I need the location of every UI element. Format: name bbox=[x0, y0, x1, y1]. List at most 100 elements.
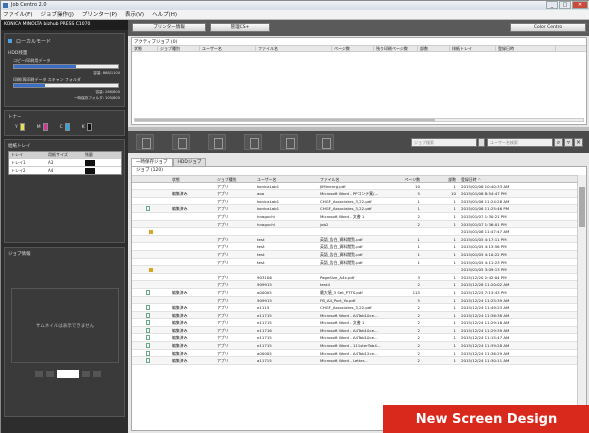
table-row[interactable]: アプリ hnaguchi Microsoft Word - 文書 1 2 1 2015/0… bbox=[132, 213, 578, 221]
row-select-cell[interactable] bbox=[132, 243, 144, 250]
row-select-cell[interactable] bbox=[132, 319, 144, 326]
clear-icon[interactable]: × bbox=[574, 138, 583, 147]
table-row[interactable]: アプリ konicaLab1 CHGF_Associates_3,22.pdf 1 1 2… bbox=[132, 198, 578, 206]
row-select-cell[interactable] bbox=[132, 304, 144, 311]
table-row[interactable]: 編集済み アプリ e11715 Microsoft Word - A4Tab10ce.… bbox=[132, 311, 578, 320]
column-header[interactable]: ユーザー名 bbox=[255, 176, 318, 182]
row-select-cell[interactable] bbox=[132, 190, 144, 197]
col-copies[interactable]: 部数 bbox=[418, 46, 450, 51]
table-row[interactable]: アプリ 909915 FB_A4_Port_Yo.pdf 5 1 2015/12/24 1… bbox=[132, 296, 578, 305]
menu-help[interactable]: ヘルプ(H) bbox=[152, 10, 177, 19]
row-select-cell[interactable] bbox=[132, 236, 144, 243]
table-row[interactable]: 2015/01/08 11:47:47 AM bbox=[132, 228, 578, 236]
row-select-cell[interactable] bbox=[132, 251, 144, 258]
row-select-cell[interactable] bbox=[132, 259, 144, 266]
row-select-cell[interactable] bbox=[132, 266, 144, 273]
row-select-cell[interactable] bbox=[132, 312, 144, 319]
table-row[interactable]: アプリ test 英語_告白_資料閲覧.pdf 1 1 2015/01/05 4:13:5… bbox=[132, 243, 578, 251]
row-select-cell[interactable] bbox=[132, 228, 144, 235]
tab-hdd-jobs[interactable]: HDDジョブ bbox=[172, 158, 207, 166]
admin-button[interactable]: 管理CS+ bbox=[210, 23, 270, 32]
col-status[interactable]: 状態 bbox=[132, 46, 158, 51]
row-select-cell[interactable] bbox=[132, 183, 144, 190]
col-remaining[interactable]: 残り印刷ページ数 bbox=[374, 46, 418, 51]
table-row[interactable]: 編集済み アプリ e11715 Microsoft Word - 文書 1 2 1 2015… bbox=[132, 319, 578, 327]
printer-info-button[interactable]: プリンター情報 bbox=[132, 23, 206, 32]
row-select-cell[interactable] bbox=[132, 297, 144, 304]
row-select-cell[interactable] bbox=[132, 289, 144, 296]
row-select-cell[interactable] bbox=[132, 274, 144, 281]
table-row[interactable]: 2015/01/05 3:09:13 PM bbox=[132, 266, 578, 274]
close-button[interactable]: ✕ bbox=[572, 1, 588, 9]
row-select-cell[interactable] bbox=[132, 176, 144, 182]
edit-icon[interactable] bbox=[208, 134, 226, 150]
column-header[interactable] bbox=[144, 176, 170, 182]
last-page-button[interactable] bbox=[93, 371, 101, 377]
table-row[interactable]: アプリ test 英語_告白_資料閲覧.pdf 1 1 2015/01/05 4:11:2… bbox=[132, 259, 578, 267]
menu-file[interactable]: ファイル(F) bbox=[3, 10, 32, 19]
table-row[interactable]: 編集済み アプリ e11715 Microsoft Word - 111sterTab… bbox=[132, 342, 578, 350]
tray-row[interactable]: トレイ2 A4 bbox=[9, 166, 121, 174]
prev-page-button[interactable] bbox=[46, 371, 54, 377]
table-row[interactable]: アプリ test 英語_告白_資料閲覧.pdf 1 1 2015/01/05 4:17:1… bbox=[132, 235, 578, 244]
row-select-cell[interactable] bbox=[132, 357, 144, 364]
table-row[interactable]: アプリ 909915 test4 2 1 2015/12/28 11:20:02 AM bbox=[132, 281, 578, 289]
color-centro-button[interactable]: Color Centro bbox=[510, 23, 586, 32]
horizontal-scrollbar[interactable] bbox=[134, 118, 584, 122]
row-select-cell[interactable] bbox=[132, 198, 144, 205]
next-page-button[interactable] bbox=[82, 371, 90, 377]
column-header[interactable]: 状態 bbox=[170, 176, 215, 182]
search-option-icon[interactable] bbox=[478, 138, 485, 147]
column-header[interactable]: ページ数 bbox=[390, 176, 423, 182]
table-row[interactable]: アプリ konicaLab1 JIMinenrg.pdf 10 1 2015/01/06 … bbox=[132, 183, 578, 191]
table-row[interactable]: 編集済み アプリ e11715 Microsoft Word - A4Tab10ce.… bbox=[132, 334, 578, 343]
move-icon[interactable] bbox=[280, 134, 298, 150]
row-select-cell[interactable] bbox=[132, 342, 144, 349]
menu-view[interactable]: 表示(V) bbox=[125, 10, 144, 19]
tray-row[interactable]: トレイ1 A3 bbox=[9, 158, 121, 166]
col-output-tray[interactable]: 排紙トレイ bbox=[450, 46, 496, 51]
print-icon[interactable] bbox=[136, 134, 154, 150]
vertical-scrollbar[interactable] bbox=[577, 175, 586, 430]
user-search-input[interactable]: ユーザー名検索 bbox=[487, 138, 553, 147]
first-page-button[interactable] bbox=[35, 371, 43, 377]
row-select-cell[interactable] bbox=[132, 213, 144, 220]
table-row[interactable]: アプリ hnaguchi job2 2 1 2015/01/07 1:36:01 PM bbox=[132, 220, 578, 229]
tab-temp-jobs[interactable]: 一時保存ジョブ bbox=[131, 158, 173, 166]
row-select-cell[interactable] bbox=[132, 327, 144, 334]
row-select-cell[interactable] bbox=[132, 334, 144, 341]
column-header[interactable]: ファイル名 bbox=[318, 176, 390, 182]
minimize-button[interactable]: _ bbox=[546, 1, 558, 9]
delete-icon[interactable] bbox=[316, 134, 334, 150]
table-row[interactable]: 編集済み アプリ a11715 Microsoft Word - Letter... 2… bbox=[132, 357, 578, 365]
menu-printer[interactable]: プリンター(P) bbox=[82, 10, 117, 19]
row-select-cell[interactable] bbox=[132, 350, 144, 357]
table-row[interactable]: アプリ 903106 PageSize_A4x.pdf 3 1 2015/12/20 2:… bbox=[132, 274, 578, 282]
maximize-button[interactable]: □ bbox=[559, 1, 571, 9]
column-header[interactable]: 登録日時 ^ bbox=[459, 176, 577, 182]
col-user[interactable]: ユーザー名 bbox=[200, 46, 256, 51]
page-number-field[interactable] bbox=[57, 370, 79, 378]
job-search-input[interactable]: ジョブ検索 bbox=[411, 138, 477, 147]
col-file[interactable]: ファイル名 bbox=[256, 46, 332, 51]
search-icon[interactable]: ⌕ bbox=[554, 138, 563, 147]
hold-icon[interactable] bbox=[172, 134, 190, 150]
row-select-cell[interactable] bbox=[132, 205, 144, 212]
menu-job[interactable]: ジョブ操作(J) bbox=[40, 10, 73, 19]
filter-icon[interactable]: ▿ bbox=[564, 138, 573, 147]
table-row[interactable]: アプリ test 英語_告白_資料閲覧.pdf 1 1 2015/01/05 4:10:2… bbox=[132, 250, 578, 259]
row-select-cell[interactable] bbox=[132, 281, 144, 288]
table-row[interactable]: 編集済み アプリ konicaLab1 CHGF_Associates_3,22.pd… bbox=[132, 205, 578, 213]
copy-icon[interactable] bbox=[244, 134, 262, 150]
column-header[interactable]: 部数 bbox=[423, 176, 459, 182]
col-pages[interactable]: ページ数 bbox=[332, 46, 374, 51]
col-date[interactable]: 登録日時 bbox=[496, 46, 556, 51]
job-table-header[interactable]: 状態 ジョブ種別 ユーザー名 ファイル名 ページ数 部数 登録日時 ^ bbox=[132, 175, 578, 183]
table-row[interactable]: 編集済み アプリ e1115 CHGF_Associates_3,22.pdf 2 1 20… bbox=[132, 304, 578, 312]
table-row[interactable]: 編集済み アプリ aoo Microsoft Word - PPコンテ案(... 5 10… bbox=[132, 190, 578, 198]
table-row[interactable]: 編集済み アプリ a00005 Microsoft Word - A4Tab12ce.… bbox=[132, 350, 578, 358]
row-select-cell[interactable] bbox=[132, 221, 144, 228]
table-row[interactable]: 編集済み アプリ e11716 Microsoft Word - A4Tab10ce.… bbox=[132, 326, 578, 335]
table-row[interactable]: 編集済み アプリ a00005 最大値_3 Set_PTTS.pdf 115 1 2015/… bbox=[132, 289, 578, 297]
col-job-type[interactable]: ジョブ種別 bbox=[158, 46, 200, 51]
